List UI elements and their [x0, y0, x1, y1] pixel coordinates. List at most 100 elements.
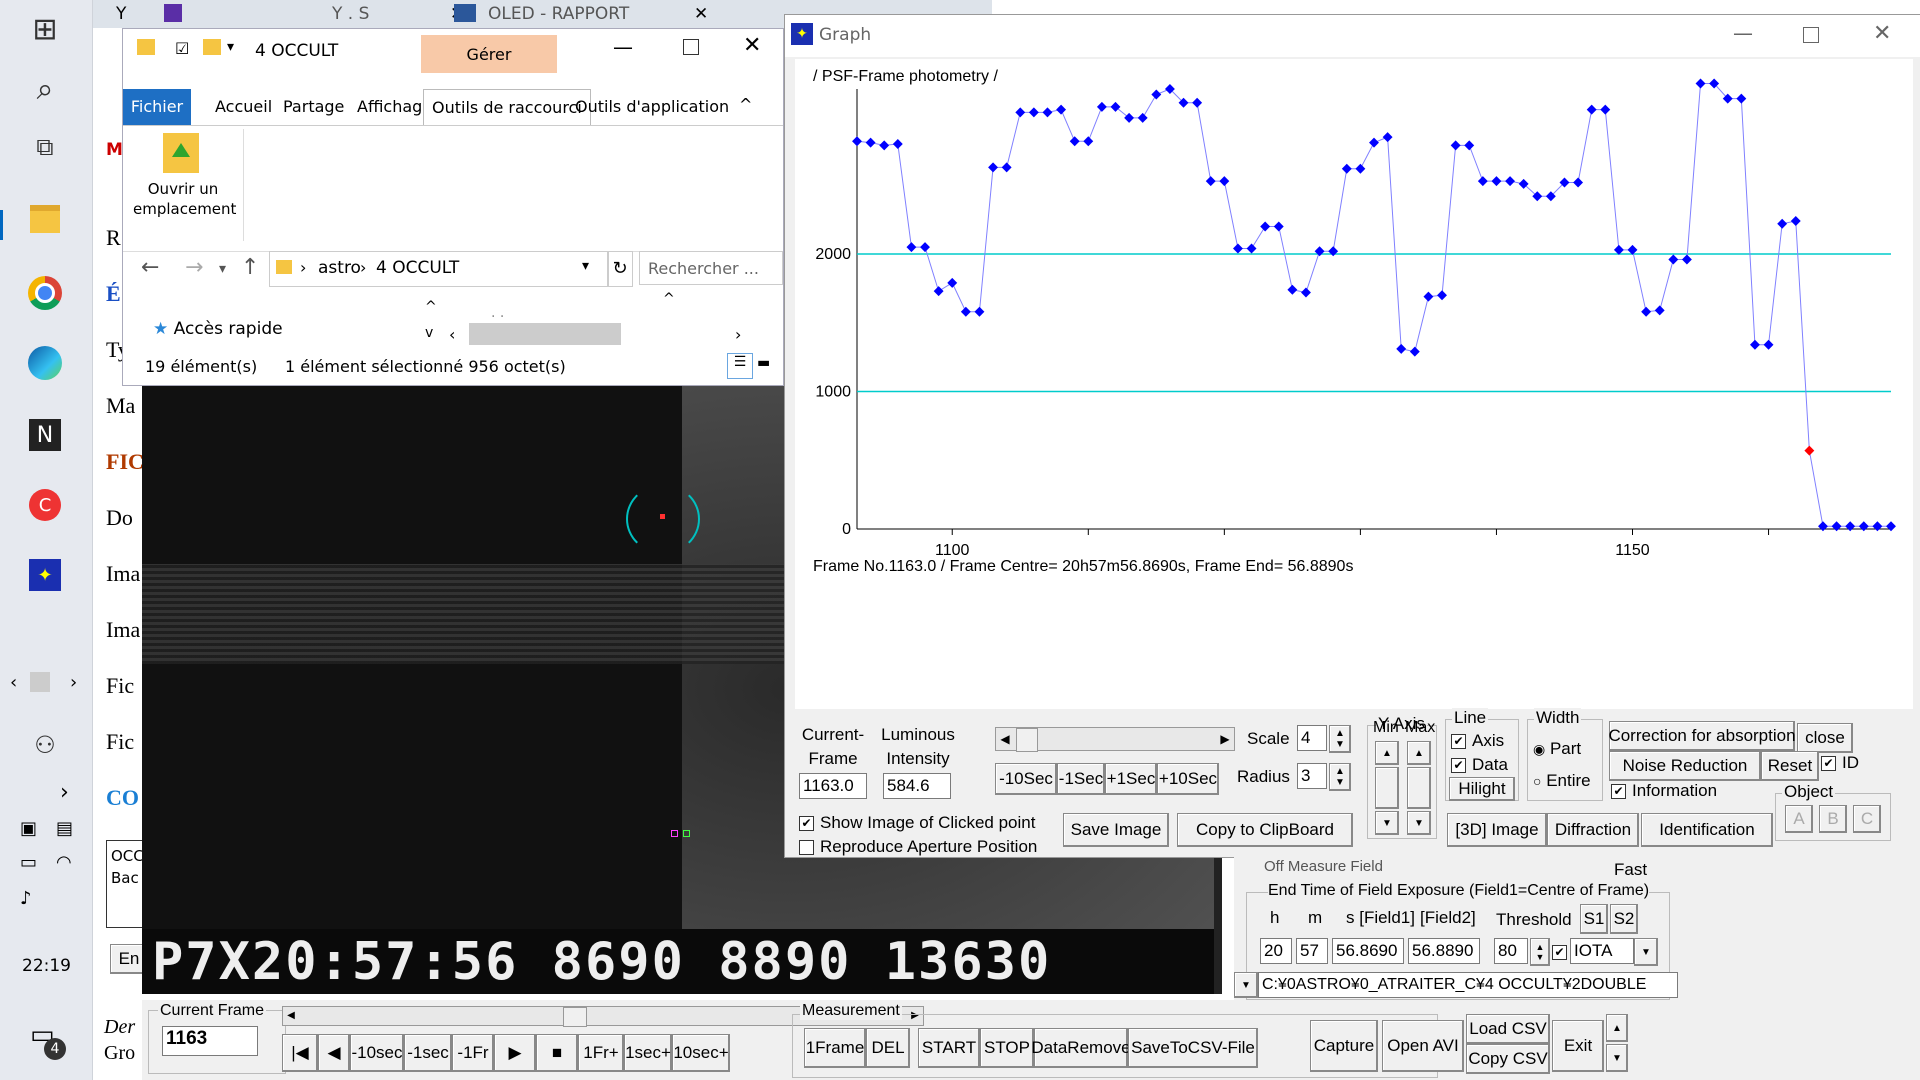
noise-reduction-button[interactable]: Noise Reduction: [1609, 751, 1761, 781]
y-min-down[interactable]: ▼: [1375, 811, 1399, 835]
chevron-up-icon[interactable]: ^: [739, 95, 752, 114]
y-min-up[interactable]: ▲: [1375, 741, 1399, 765]
one-frame-button[interactable]: 1Frame: [804, 1028, 866, 1068]
scroll-down-icon[interactable]: v: [425, 325, 433, 341]
slider-right-icon[interactable]: ▶: [1216, 728, 1234, 750]
frame-slider[interactable]: ◀ ▶: [995, 727, 1235, 752]
luminous-field[interactable]: 584.6: [883, 773, 951, 799]
show-image-checkbox[interactable]: ✔ Show Image of Clicked point: [799, 813, 1035, 833]
browser-tab[interactable]: Y . S: [332, 4, 369, 24]
scroll-up-icon[interactable]: ^: [425, 299, 437, 315]
threshold-field[interactable]: 80: [1494, 938, 1528, 964]
image-3d-button[interactable]: [3D] Image: [1447, 813, 1547, 847]
browser-tab[interactable]: OLED - RAPPORT: [488, 4, 629, 24]
tab-fichier[interactable]: Fichier: [123, 89, 191, 125]
search-icon[interactable]: ⌕: [22, 66, 68, 112]
identification-button[interactable]: Identification: [1641, 813, 1773, 847]
slider-left-icon[interactable]: ◀: [996, 728, 1014, 750]
iota-checkbox[interactable]: ✔: [1552, 942, 1569, 962]
address-bar[interactable]: › astro › 4 OCCULT ▾: [269, 251, 609, 287]
tab-accueil[interactable]: Accueil: [207, 89, 280, 125]
volume-icon[interactable]: ♪: [20, 888, 32, 909]
radius-spinner[interactable]: ▲ ▼: [1329, 763, 1351, 791]
delete-button[interactable]: DEL: [866, 1028, 910, 1068]
s1-button[interactable]: S1: [1580, 904, 1608, 934]
minimize-icon[interactable]: —: [613, 35, 633, 59]
scale-field[interactable]: 4: [1297, 725, 1327, 751]
radius-field[interactable]: 3: [1297, 763, 1327, 789]
back-icon[interactable]: ←: [141, 255, 159, 280]
y-max-up[interactable]: ▲: [1407, 741, 1431, 765]
scroll-right-icon[interactable]: ›: [735, 325, 741, 344]
tray-icon[interactable]: ▤: [56, 818, 73, 839]
tiles-view-icon[interactable]: ▬: [757, 355, 777, 375]
scroll-left-icon[interactable]: ‹: [10, 672, 17, 693]
data-remove-button[interactable]: DataRemove: [1031, 1028, 1131, 1068]
open-location-button[interactable]: Ouvrir un emplacement: [133, 179, 236, 219]
tray-icon[interactable]: ▣: [20, 818, 37, 839]
save-image-button[interactable]: Save Image: [1063, 813, 1169, 847]
chevron-right-icon[interactable]: ›: [60, 780, 69, 805]
line-data-checkbox[interactable]: ✔ Data: [1451, 755, 1508, 775]
chevron-down-icon[interactable]: ▾: [582, 258, 589, 274]
play-button[interactable]: ▶: [494, 1034, 536, 1072]
minus-10sec-button[interactable]: -10Sec: [995, 763, 1057, 795]
minus-1sec-button[interactable]: -1sec: [404, 1034, 452, 1072]
refresh-icon[interactable]: ↻: [607, 251, 633, 287]
clock[interactable]: 22:19: [22, 956, 71, 976]
close-icon[interactable]: ✕: [743, 33, 761, 58]
scroll-thumb[interactable]: [30, 672, 50, 692]
details-view-icon[interactable]: ☰: [727, 353, 753, 379]
second-field2[interactable]: 56.8890: [1408, 938, 1480, 964]
previous-button[interactable]: ◀: [318, 1034, 350, 1072]
id-checkbox[interactable]: ✔ ID: [1821, 753, 1859, 773]
y-max-down[interactable]: ▼: [1407, 811, 1431, 835]
object-a-button[interactable]: A: [1785, 805, 1813, 833]
scroll-left-icon[interactable]: ◀: [283, 1007, 299, 1025]
breadcrumb-item[interactable]: 4 OCCULT: [376, 258, 459, 278]
second-field1[interactable]: 56.8690: [1332, 938, 1404, 964]
plus-1fr-button[interactable]: 1Fr+: [578, 1034, 624, 1072]
battery-icon[interactable]: ▭: [20, 852, 37, 873]
scroll-thumb[interactable]: [563, 1007, 587, 1027]
current-frame-field[interactable]: 1163.0: [799, 773, 867, 799]
scroll-down-icon[interactable]: ▼: [1606, 1044, 1628, 1072]
plus-1sec-button[interactable]: +1Sec: [1105, 763, 1157, 795]
sort-up-icon[interactable]: ^: [663, 291, 675, 307]
edge-icon[interactable]: [22, 340, 68, 386]
s2-button[interactable]: S2: [1610, 904, 1638, 934]
object-b-button[interactable]: B: [1819, 805, 1847, 833]
recent-dropdown-icon[interactable]: ▾: [219, 261, 226, 277]
save-to-csv-button[interactable]: SaveToCSV-File: [1128, 1028, 1258, 1068]
manage-tab[interactable]: Gérer: [421, 35, 557, 73]
app-n-icon[interactable]: N: [22, 412, 68, 458]
threshold-spinner[interactable]: ▲ ▼: [1530, 938, 1550, 966]
scroll-left-icon[interactable]: ‹: [449, 325, 455, 344]
stop-button[interactable]: ■: [536, 1034, 578, 1072]
tab-partage[interactable]: Partage: [275, 89, 352, 125]
line-axis-checkbox[interactable]: ✔ Axis: [1451, 731, 1504, 751]
chart-area[interactable]: / PSF-Frame photometry / 0 1000 2000 1100 115…: [795, 59, 1913, 709]
windows-start-icon[interactable]: ⊞: [22, 6, 68, 52]
up-icon[interactable]: ↑: [241, 255, 259, 280]
plus-10sec-button[interactable]: 10sec+: [672, 1034, 730, 1072]
iota-select[interactable]: IOTA: [1570, 938, 1634, 964]
diffraction-button[interactable]: Diffraction: [1547, 813, 1639, 847]
browser-tab[interactable]: Y: [116, 4, 126, 24]
app-red-icon[interactable]: C: [22, 482, 68, 528]
forward-icon[interactable]: →: [185, 255, 203, 280]
object-c-button[interactable]: C: [1853, 805, 1881, 833]
close-icon[interactable]: ✕: [694, 4, 708, 24]
copy-clipboard-button[interactable]: Copy to ClipBoard: [1177, 813, 1353, 847]
tab-outils-application[interactable]: Outils d'application: [567, 89, 737, 125]
search-input[interactable]: Rechercher ...: [639, 251, 783, 285]
maximize-icon[interactable]: [683, 39, 699, 55]
width-entire-radio[interactable]: ○ Entire: [1533, 771, 1591, 791]
tab-outils-raccourci[interactable]: Outils de raccourci: [423, 89, 591, 126]
width-part-radio[interactable]: ◉ Part: [1533, 739, 1581, 759]
close-button[interactable]: close: [1797, 723, 1853, 753]
stop-measure-button[interactable]: STOP: [980, 1028, 1034, 1068]
y-max-bar[interactable]: [1407, 767, 1431, 809]
load-csv-button[interactable]: Load CSV: [1466, 1014, 1550, 1044]
capture-button[interactable]: Capture: [1310, 1020, 1378, 1072]
